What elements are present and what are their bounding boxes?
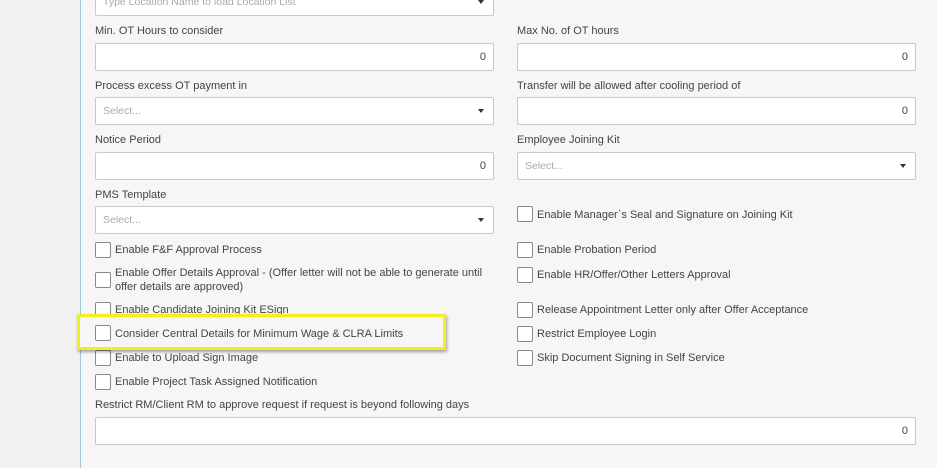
release-appointment-label: Release Appointment Letter only after Of… [537,304,809,316]
hr-letters-approval-checkbox[interactable] [517,267,533,283]
min-ot-hours-input[interactable]: 0 [95,43,494,71]
transfer-cooling-input[interactable]: 0 [517,97,916,125]
chevron-down-icon [900,164,906,168]
notice-period-value: 0 [479,160,486,172]
probation-label: Enable Probation Period [537,244,657,256]
ff-approval-label: Enable F&F Approval Process [115,244,262,256]
pms-template-select[interactable]: Select... [95,206,494,234]
joining-kit-label: Employee Joining Kit [517,134,620,146]
restrict-rm-value: 0 [901,425,908,437]
min-ot-hours-value: 0 [479,51,486,63]
chevron-down-icon [478,109,484,113]
excess-ot-payment-placeholder: Select... [103,105,141,117]
transfer-cooling-value: 0 [901,105,908,117]
skip-signing-checkbox[interactable] [517,350,533,366]
chevron-down-icon [478,218,484,222]
max-ot-hours-input[interactable]: 0 [517,43,916,71]
upload-sign-checkbox[interactable] [95,350,111,366]
pms-template-label: PMS Template [95,189,167,201]
excess-ot-payment-label: Process excess OT payment in [95,80,248,92]
manager-seal-checkbox[interactable] [517,206,533,222]
max-ot-hours-value: 0 [901,51,908,63]
release-appointment-checkbox[interactable] [517,302,533,318]
excess-ot-payment-select[interactable]: Select... [95,97,494,125]
max-ot-hours-label: Max No. of OT hours [517,25,619,37]
notice-period-input[interactable]: 0 [95,152,494,180]
chevron-down-icon [478,0,484,4]
restrict-rm-label: Restrict RM/Client RM to approve request… [95,399,470,411]
pms-template-placeholder: Select... [103,214,141,226]
skip-signing-label: Skip Document Signing in Self Service [537,352,725,364]
offer-details-approval-checkbox[interactable] [95,272,111,288]
ff-approval-checkbox[interactable] [95,242,111,258]
offer-details-approval-label-line1: Enable Offer Details Approval - (Offer l… [115,267,483,279]
probation-checkbox[interactable] [517,242,533,258]
restrict-login-checkbox[interactable] [517,326,533,342]
min-ot-hours-label: Min. OT Hours to consider [95,25,224,37]
location-list-placeholder: Type Location Name to load Location List [103,0,296,8]
location-list-select[interactable]: Type Location Name to load Location List [95,0,494,16]
manager-seal-label: Enable Manager`s Seal and Signature on J… [537,209,793,221]
restrict-rm-input[interactable]: 0 [95,417,916,445]
project-task-label: Enable Project Task Assigned Notificatio… [115,376,318,388]
hr-letters-approval-label: Enable HR/Offer/Other Letters Approval [537,269,731,281]
upload-sign-label: Enable to Upload Sign Image [115,352,259,364]
project-task-checkbox[interactable] [95,374,111,390]
notice-period-label: Notice Period [95,134,162,146]
transfer-cooling-label: Transfer will be allowed after cooling p… [517,80,741,92]
joining-kit-placeholder: Select... [525,160,563,172]
restrict-login-label: Restrict Employee Login [537,328,657,340]
offer-details-approval-label-line2: offer details are approved) [115,281,244,293]
central-details-checkbox[interactable] [95,325,111,341]
central-details-label: Consider Central Details for Minimum Wag… [115,328,404,340]
joining-kit-select[interactable]: Select... [517,152,916,180]
